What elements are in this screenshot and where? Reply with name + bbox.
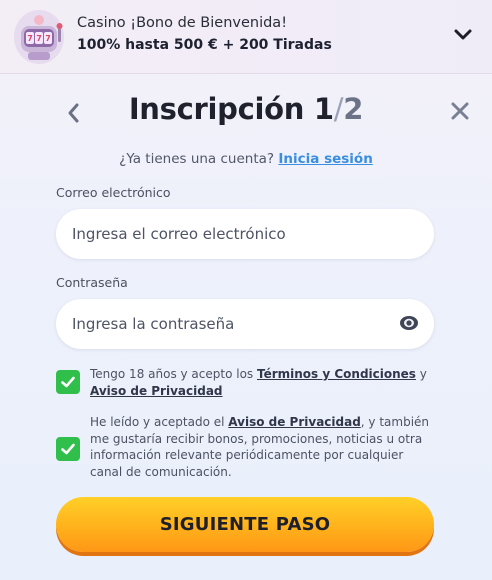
title-text: Inscripción <box>128 92 305 126</box>
bonus-banner[interactable]: 7 7 7 Casino ¡Bono de Bienvenida! 100% h… <box>0 0 492 74</box>
step-total: 2 <box>343 92 364 126</box>
banner-subtitle: Casino ¡Bono de Bienvenida! <box>77 15 288 31</box>
step-separator: / <box>333 92 344 126</box>
consent-text: y <box>415 367 427 381</box>
svg-text:7: 7 <box>45 34 51 43</box>
next-step-button[interactable]: SIGUIENTE PASO <box>56 497 434 552</box>
age-terms-checkbox[interactable] <box>56 370 80 394</box>
checkmark-icon <box>61 443 75 455</box>
consent-text: Tengo 18 años y acepto los <box>90 367 257 381</box>
step-current: 1 <box>313 92 334 126</box>
password-label: Contraseña <box>56 275 128 290</box>
page-title: Inscripción 1/2 <box>0 92 492 126</box>
marketing-consent-checkbox[interactable] <box>56 437 80 461</box>
password-field-wrapper <box>56 299 434 349</box>
terms-link[interactable]: Términos y Condiciones <box>257 367 416 381</box>
password-field[interactable] <box>56 299 434 349</box>
login-prompt: ¿Ya tienes una cuenta? <box>119 151 275 167</box>
banner-offer: 100% hasta 500 € + 200 Tiradas <box>77 37 332 53</box>
eye-icon[interactable] <box>399 313 419 333</box>
privacy-notice-link-2[interactable]: Aviso de Privacidad <box>228 415 361 429</box>
privacy-notice-link[interactable]: Aviso de Privacidad <box>90 384 223 398</box>
chevron-down-icon[interactable] <box>452 26 474 44</box>
svg-text:7: 7 <box>36 34 42 43</box>
email-field[interactable] <box>56 209 434 259</box>
marketing-consent-text: He leído y aceptado el Aviso de Privacid… <box>90 414 430 480</box>
slot-machine-icon: 7 7 7 <box>14 10 64 64</box>
login-link[interactable]: Inicia sesión <box>278 151 372 167</box>
svg-text:7: 7 <box>27 34 33 43</box>
email-label: Correo electrónico <box>56 185 171 200</box>
email-field-wrapper <box>56 209 434 259</box>
close-icon[interactable] <box>449 100 471 122</box>
checkmark-icon <box>61 376 75 388</box>
login-prompt-row: ¿Ya tienes una cuenta? Inicia sesión <box>0 151 492 167</box>
consent-text: He leído y aceptado el <box>90 415 229 429</box>
age-terms-consent-text: Tengo 18 años y acepto los Términos y Co… <box>90 366 430 399</box>
